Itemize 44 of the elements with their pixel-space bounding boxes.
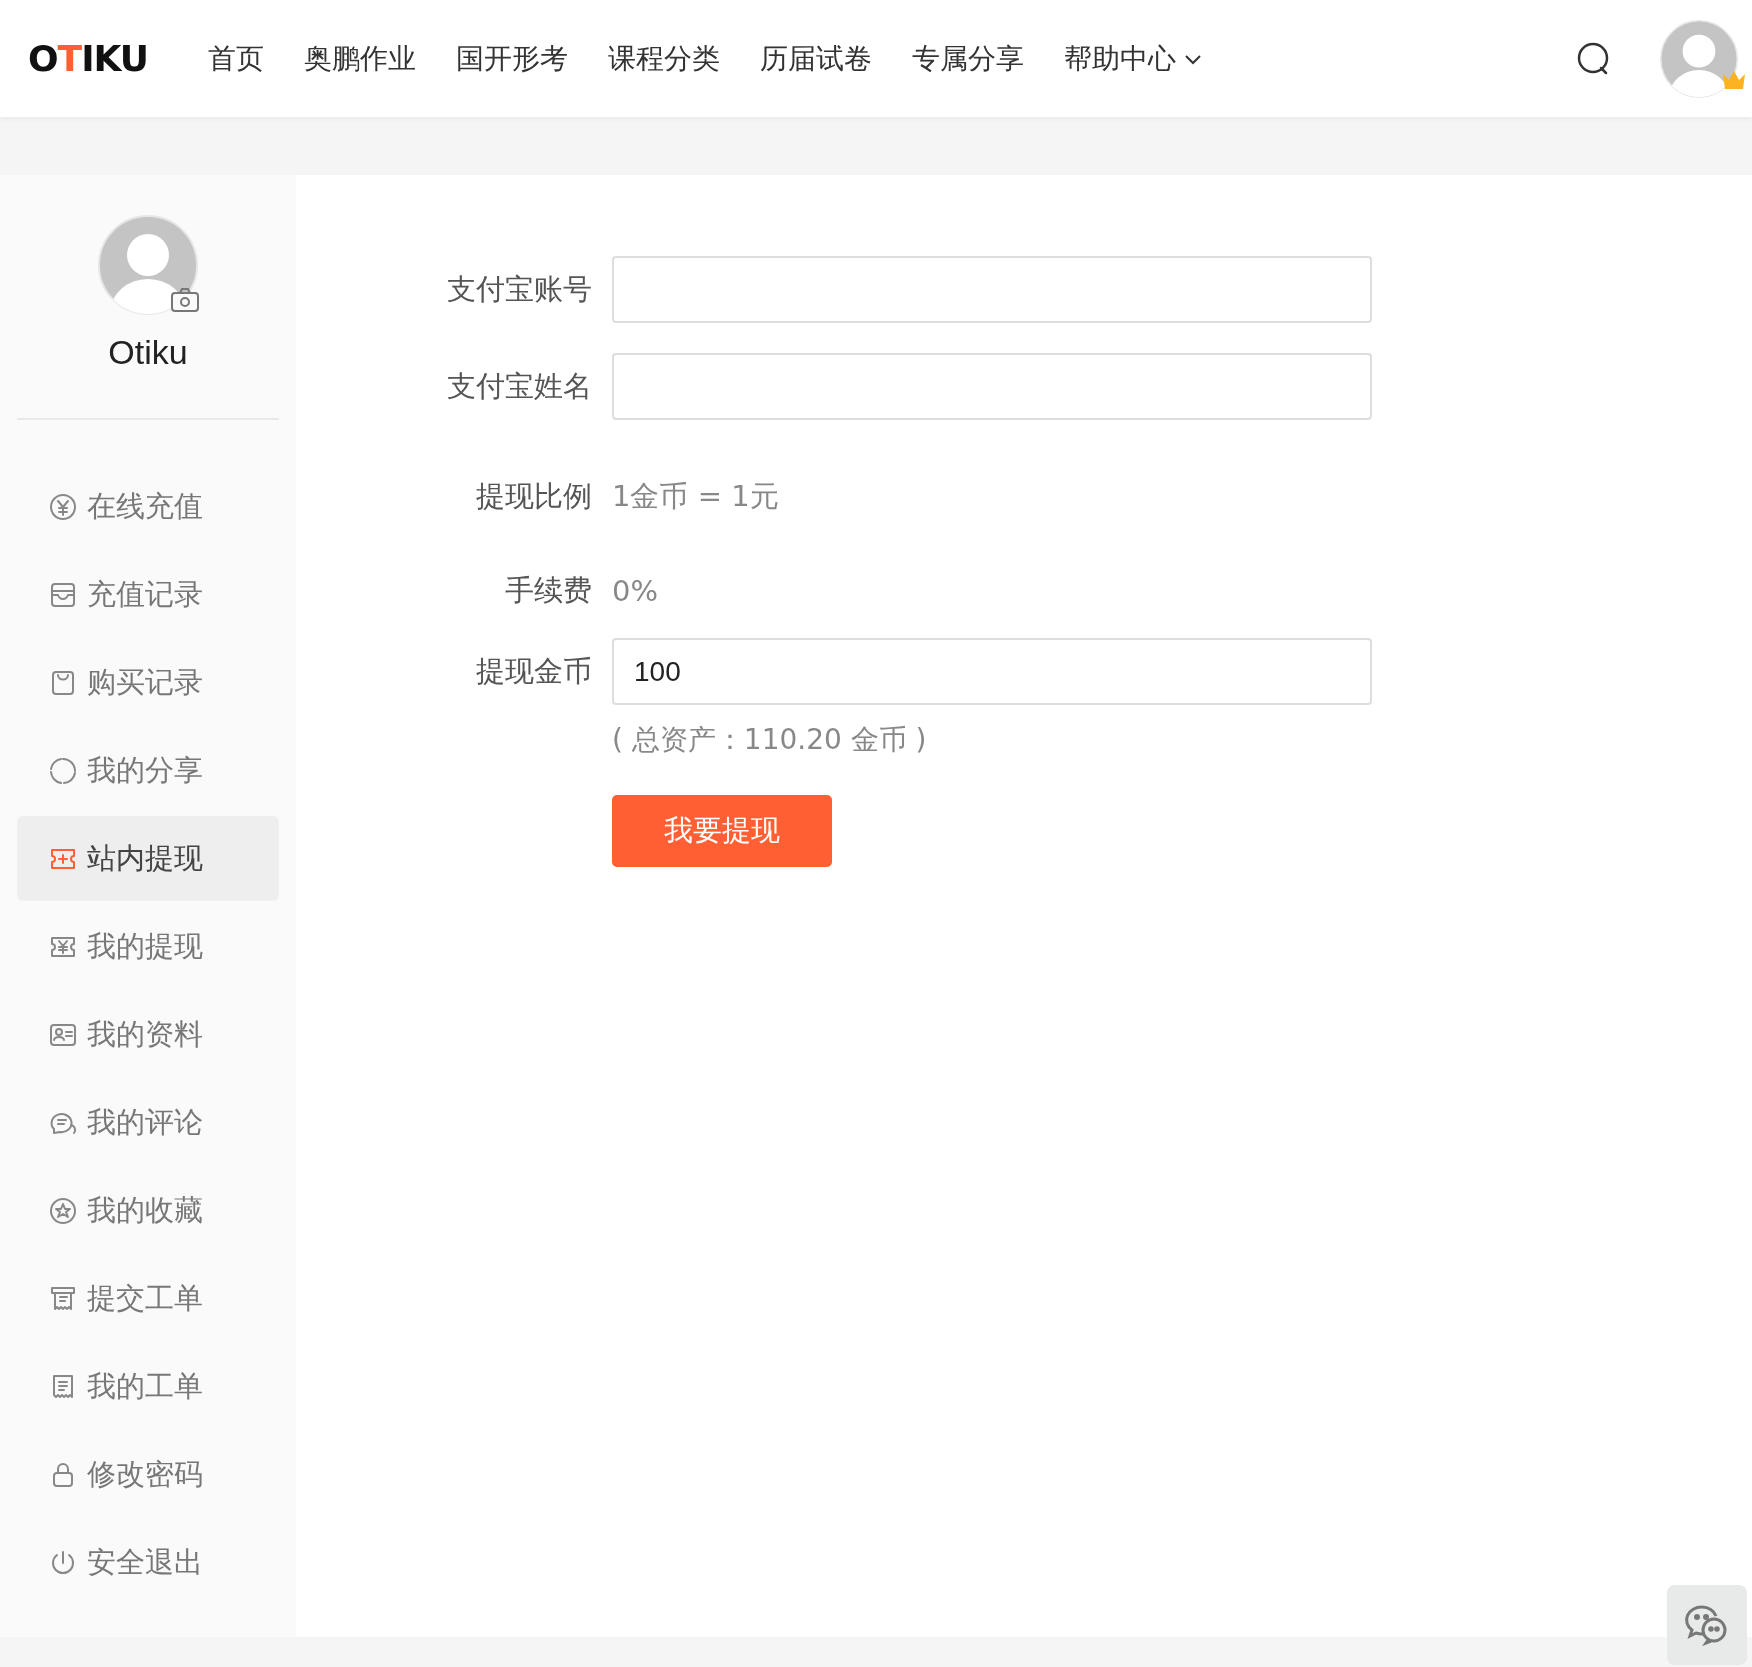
camera-icon[interactable] xyxy=(170,287,200,313)
username: Otiku xyxy=(108,333,188,372)
nav-link[interactable]: 奥鹏作业 xyxy=(304,39,417,78)
field-label: 提现比例 xyxy=(475,478,592,515)
chevron-down-icon xyxy=(1184,52,1203,65)
sidebar-item[interactable]: 我的收藏 xyxy=(17,1168,279,1253)
balance-note: ( 总资产：110.20 金币 ) xyxy=(612,722,928,758)
circle-dots-icon xyxy=(49,756,77,785)
wechat-button[interactable] xyxy=(1667,1585,1747,1665)
sidebar-item[interactable]: 我的评论 xyxy=(17,1080,279,1165)
sidebar-item[interactable]: 我的工单 xyxy=(17,1344,279,1429)
field-value: 1金币 = 1元 xyxy=(612,478,780,515)
sidebar-item[interactable]: 我的资料 xyxy=(17,992,279,1077)
star-circle-icon xyxy=(49,1196,77,1225)
field-label: 支付宝账号 xyxy=(446,270,592,308)
input-field[interactable]: 100 xyxy=(612,638,1372,705)
field-value: 0% xyxy=(612,574,659,608)
sidebar-item[interactable]: 在线充值 xyxy=(17,464,279,549)
sidebar-item[interactable]: 修改密码 xyxy=(17,1432,279,1517)
bag-icon xyxy=(49,668,77,697)
sidebar-item[interactable]: 我的提现 xyxy=(17,904,279,989)
nav-link[interactable]: 专属分享 xyxy=(912,39,1025,78)
receipt-icon xyxy=(49,1284,77,1313)
field-label: 提现金币 xyxy=(475,652,592,690)
nav-link[interactable]: 帮助中心 xyxy=(1064,39,1203,78)
nav-link[interactable]: 课程分类 xyxy=(608,39,721,78)
input-field[interactable] xyxy=(612,353,1372,420)
sidebar-item[interactable]: 充值记录 xyxy=(17,552,279,637)
sidebar-item[interactable]: 安全退出 xyxy=(17,1520,279,1605)
sidebar-item[interactable]: 站内提现 xyxy=(17,816,279,901)
sidebar-item[interactable]: 我的分享 xyxy=(17,728,279,813)
yen-coin-icon xyxy=(49,492,77,521)
tray-icon xyxy=(49,580,77,609)
site-logo[interactable]: OTIKU xyxy=(28,38,149,79)
withdraw-button[interactable]: 我要提现 xyxy=(612,795,832,867)
nav-link[interactable]: 国开形考 xyxy=(456,39,569,78)
power-icon xyxy=(49,1548,77,1577)
nav-link[interactable]: 历届试卷 xyxy=(760,39,873,78)
nav-link[interactable]: 首页 xyxy=(208,39,265,78)
field-label: 支付宝姓名 xyxy=(446,367,592,405)
input-field[interactable] xyxy=(612,256,1372,323)
sidebar-item[interactable]: 提交工单 xyxy=(17,1256,279,1341)
sidebar-item[interactable]: 购买记录 xyxy=(17,640,279,725)
field-label: 手续费 xyxy=(504,572,592,609)
